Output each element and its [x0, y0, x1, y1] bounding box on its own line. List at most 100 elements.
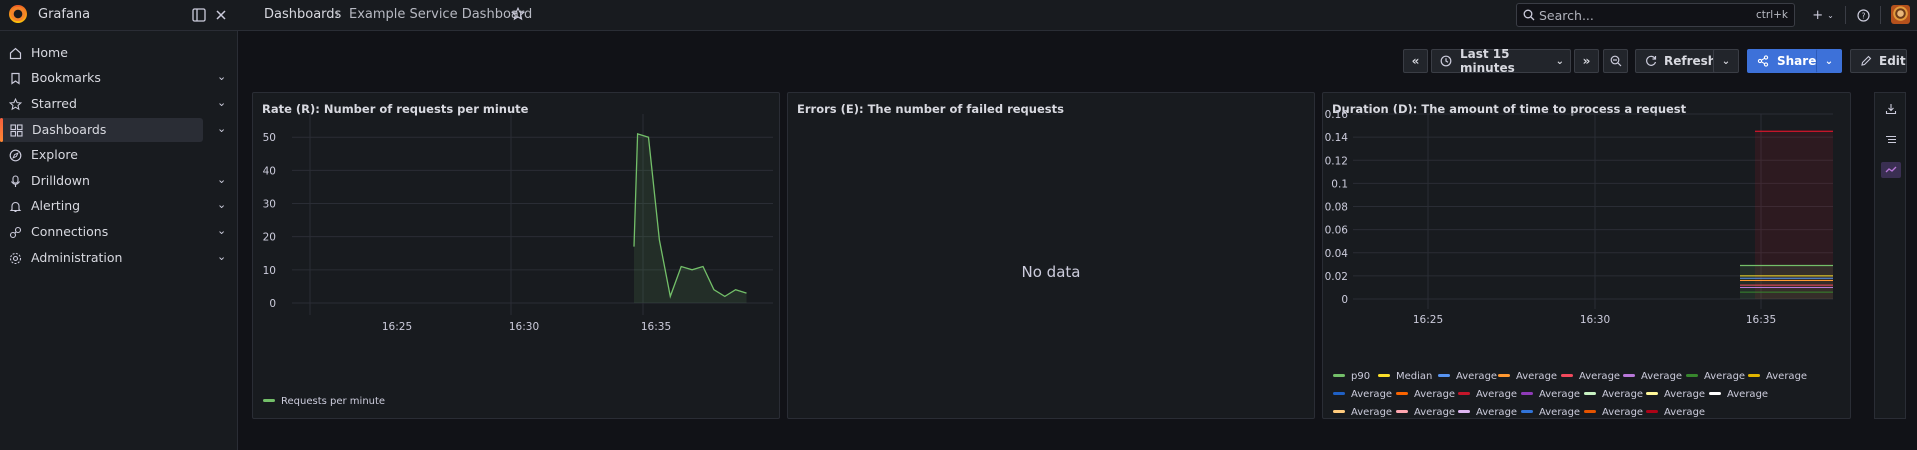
legend-item[interactable]: Average [1396, 389, 1455, 403]
sidebar-item-administration[interactable]: Administration ⌄ [0, 246, 238, 270]
search-placeholder: Search... [1539, 8, 1594, 23]
legend-swatch [1521, 391, 1533, 395]
legend-item[interactable]: Average [1438, 371, 1497, 385]
sidebar-item-connections[interactable]: Connections ⌄ [0, 220, 238, 244]
sidebar-item-bookmarks[interactable]: Bookmarks ⌄ [0, 66, 238, 90]
legend-item[interactable]: Average [1646, 407, 1705, 421]
y-tick-label: 0 [1341, 294, 1348, 306]
panel-duration[interactable]: Duration (D): The amount of time to proc… [1322, 92, 1851, 419]
legend-item[interactable]: p90 [1333, 371, 1370, 385]
chevron-down-icon[interactable]: ⌄ [217, 122, 226, 135]
sidebar-item-home[interactable]: Home [0, 41, 238, 65]
share-icon [1757, 55, 1769, 67]
legend-item[interactable]: Average [1333, 389, 1392, 403]
outline-icon[interactable] [1883, 132, 1899, 148]
legend-swatch [1458, 409, 1470, 413]
top-bar: Grafana Dashboards › Example Service Das… [0, 0, 1917, 31]
close-icon[interactable] [213, 7, 229, 23]
legend-label: Average [1664, 407, 1706, 418]
chevron-down-icon[interactable]: ⌄ [217, 173, 226, 186]
legend-label: Average [1766, 371, 1808, 382]
refresh-interval-dropdown[interactable]: ⌄ [1713, 49, 1739, 73]
legend-item[interactable]: Average [1458, 389, 1517, 403]
legend-swatch [1521, 409, 1533, 413]
refresh-button[interactable]: Refresh [1635, 49, 1723, 73]
breadcrumb-dashboards[interactable]: Dashboards [264, 7, 341, 22]
pencil-icon [1860, 55, 1872, 67]
legend-label: Average [1664, 389, 1706, 400]
share-dropdown[interactable]: ⌄ [1816, 49, 1842, 73]
legend-item[interactable]: Average [1584, 407, 1643, 421]
grafana-logo-icon[interactable] [9, 5, 27, 23]
sidebar-item-starred[interactable]: Starred ⌄ [0, 92, 238, 116]
sidebar-item-explore[interactable]: Explore [0, 143, 238, 167]
legend-item[interactable]: Average [1561, 371, 1620, 385]
legend-item[interactable]: Average [1498, 371, 1557, 385]
legend-item[interactable]: Average [1709, 389, 1768, 403]
legend-item[interactable]: Average [1396, 407, 1455, 421]
sidebar-item-dashboards[interactable]: Dashboards ⌄ [0, 118, 226, 142]
legend-item[interactable]: Average [1623, 371, 1682, 385]
sidebar: Home Bookmarks ⌄ Starred ⌄ Dashboards ⌄ … [0, 31, 238, 450]
legend-label: Average [1602, 389, 1644, 400]
x-tick-label: 16:35 [641, 321, 671, 333]
download-icon[interactable] [1883, 101, 1899, 117]
legend-item[interactable]: Average [1333, 407, 1392, 421]
legend-swatch [1646, 409, 1658, 413]
legend-swatch [1333, 373, 1345, 377]
legend-item[interactable]: Median [1378, 371, 1432, 385]
breadcrumb-current: Example Service Dashboard [349, 7, 533, 22]
legend-label: Average [1476, 407, 1518, 418]
legend-item[interactable]: Average [1584, 389, 1643, 403]
legend-swatch [1333, 409, 1345, 413]
clock-icon [1440, 55, 1452, 67]
legend-item[interactable]: Average [1521, 389, 1580, 403]
legend-swatch [1561, 373, 1573, 377]
star-icon [8, 97, 22, 111]
chevron-down-icon[interactable]: ⌄ [217, 224, 226, 237]
legend-swatch [263, 398, 275, 402]
search-icon [1522, 8, 1536, 22]
time-shift-back-button[interactable]: « [1403, 49, 1428, 73]
insights-icon[interactable] [1881, 162, 1901, 178]
chevron-down-icon[interactable]: ⌄ [217, 198, 226, 211]
bell-icon [8, 199, 22, 213]
legend-item[interactable]: Average [1748, 371, 1807, 385]
sidebar-item-label: Explore [31, 147, 78, 162]
chevron-down-icon[interactable]: ⌄ [217, 70, 226, 83]
dock-icon[interactable] [191, 7, 207, 23]
legend-swatch [1396, 391, 1408, 395]
avatar[interactable] [1891, 5, 1910, 24]
help-icon[interactable]: ? [1855, 7, 1871, 23]
star-icon[interactable] [510, 6, 526, 22]
legend-swatch [1709, 391, 1721, 395]
panel-title: Errors (E): The number of failed request… [797, 102, 1064, 116]
edit-label: Edit [1879, 54, 1906, 68]
legend-item[interactable]: Requests per minute [263, 396, 385, 410]
y-tick-label: 40 [263, 165, 276, 177]
chevron-down-icon[interactable]: ⌄ [217, 96, 226, 109]
chevron-down-icon[interactable]: ⌄ [217, 250, 226, 263]
zoom-out-button[interactable] [1603, 49, 1628, 73]
share-button[interactable]: Share [1747, 49, 1826, 73]
chevron-down-icon: ⌄ [1827, 10, 1834, 20]
sidebar-item-label: Dashboards [32, 122, 107, 137]
panel-rate[interactable]: Rate (R): Number of requests per minute … [252, 92, 780, 419]
legend-label: Average [1704, 371, 1746, 382]
x-tick-label: 16:25 [1413, 314, 1443, 326]
legend-item[interactable]: Average [1521, 407, 1580, 421]
panel-errors[interactable]: Errors (E): The number of failed request… [787, 92, 1315, 419]
legend-item[interactable]: Average [1646, 389, 1705, 403]
search-input[interactable]: Search... ctrl+k [1516, 3, 1795, 27]
legend-item[interactable]: Average [1458, 407, 1517, 421]
chevron-down-icon: ⌄ [1555, 55, 1564, 67]
sidebar-item-alerting[interactable]: Alerting ⌄ [0, 194, 238, 218]
new-menu-button[interactable]: + ⌄ [1808, 7, 1838, 23]
edit-button[interactable]: Edit [1850, 49, 1907, 73]
time-shift-forward-button[interactable]: » [1574, 49, 1599, 73]
legend-item[interactable]: Average [1686, 371, 1745, 385]
time-range-picker[interactable]: Last 15 minutes ⌄ [1431, 47, 1571, 75]
legend-label: Average [1641, 371, 1683, 382]
sidebar-item-drilldown[interactable]: Drilldown ⌄ [0, 169, 238, 193]
y-tick-label: 0.14 [1325, 132, 1349, 144]
